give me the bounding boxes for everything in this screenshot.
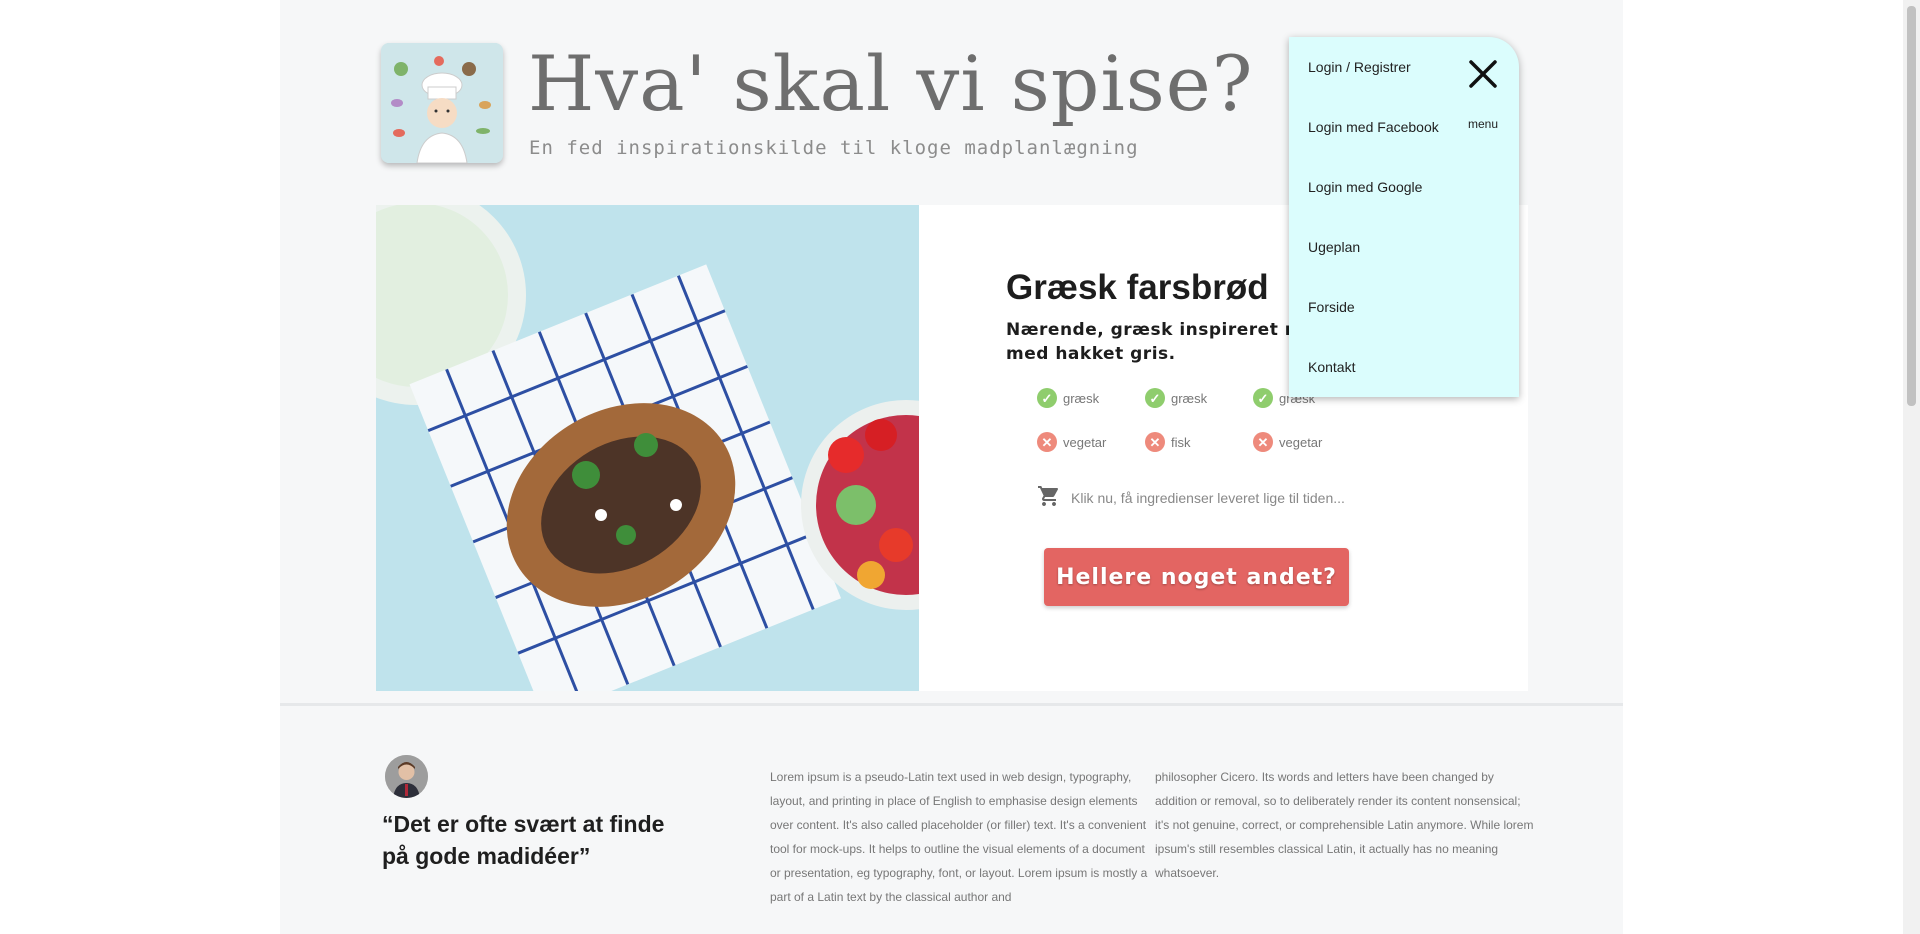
tag-label: vegetar — [1063, 434, 1107, 450]
tag-negative: ✕ vegetar — [1253, 432, 1322, 452]
delivery-link[interactable]: Klik nu, få ingredienser leveret lige ti… — [1037, 484, 1345, 511]
lorem-text-column-2: philosopher Cicero. Its words and letter… — [1155, 770, 1534, 880]
site-subtitle: En fed inspirationskilde til kloge madpl… — [529, 137, 1139, 159]
menu-item-kontakt[interactable]: Kontakt — [1308, 359, 1355, 375]
cross-icon: ✕ — [1145, 432, 1165, 452]
tag-negative: ✕ fisk — [1145, 432, 1191, 452]
menu-item-forside[interactable]: Forside — [1308, 299, 1355, 315]
site-title: Hva' skal vi spise? — [528, 39, 1254, 128]
page-scrollbar[interactable] — [1903, 0, 1920, 934]
tag-label: græsk — [1063, 390, 1100, 406]
close-icon — [1469, 60, 1497, 88]
cross-icon: ✕ — [1037, 432, 1057, 452]
section-divider — [280, 703, 1623, 706]
tag-label: vegetar — [1279, 434, 1323, 450]
tag-label: fisk — [1171, 434, 1191, 450]
delivery-link-text: Klik nu, få ingredienser leveret lige ti… — [1071, 489, 1345, 506]
nav-menu-panel: Login / Registrer Login med Facebook Log… — [1289, 37, 1519, 397]
tag-label: græsk — [1171, 390, 1208, 406]
tag-positive: ✓ græsk — [1145, 388, 1207, 408]
recipe-image — [376, 205, 919, 691]
lorem-text-column-1: Lorem ipsum is a pseudo-Latin text used … — [770, 770, 1148, 904]
menu-item-login-google[interactable]: Login med Google — [1308, 179, 1422, 195]
menu-item-ugeplan[interactable]: Ugeplan — [1308, 239, 1360, 255]
check-icon: ✓ — [1145, 388, 1165, 408]
tag-positive: ✓ græsk — [1037, 388, 1099, 408]
scrollbar-thumb[interactable] — [1907, 6, 1916, 406]
tag-negative: ✕ vegetar — [1037, 432, 1106, 452]
menu-item-login-register[interactable]: Login / Registrer — [1308, 59, 1411, 75]
chef-logo-icon[interactable] — [381, 43, 503, 163]
menu-close-button[interactable]: menu — [1466, 57, 1500, 131]
check-icon: ✓ — [1037, 388, 1057, 408]
menu-item-login-facebook[interactable]: Login med Facebook — [1308, 119, 1439, 135]
shopping-cart-icon — [1037, 484, 1061, 511]
check-icon: ✓ — [1253, 388, 1273, 408]
testimonial-quote: “Det er ofte svært at finde på gode madi… — [382, 811, 665, 869]
avatar — [385, 755, 428, 798]
something-else-button[interactable]: Hellere noget andet? — [1044, 548, 1349, 606]
menu-close-label: menu — [1467, 117, 1499, 131]
cross-icon: ✕ — [1253, 432, 1273, 452]
recipe-title: Græsk farsbrød — [1006, 268, 1269, 307]
